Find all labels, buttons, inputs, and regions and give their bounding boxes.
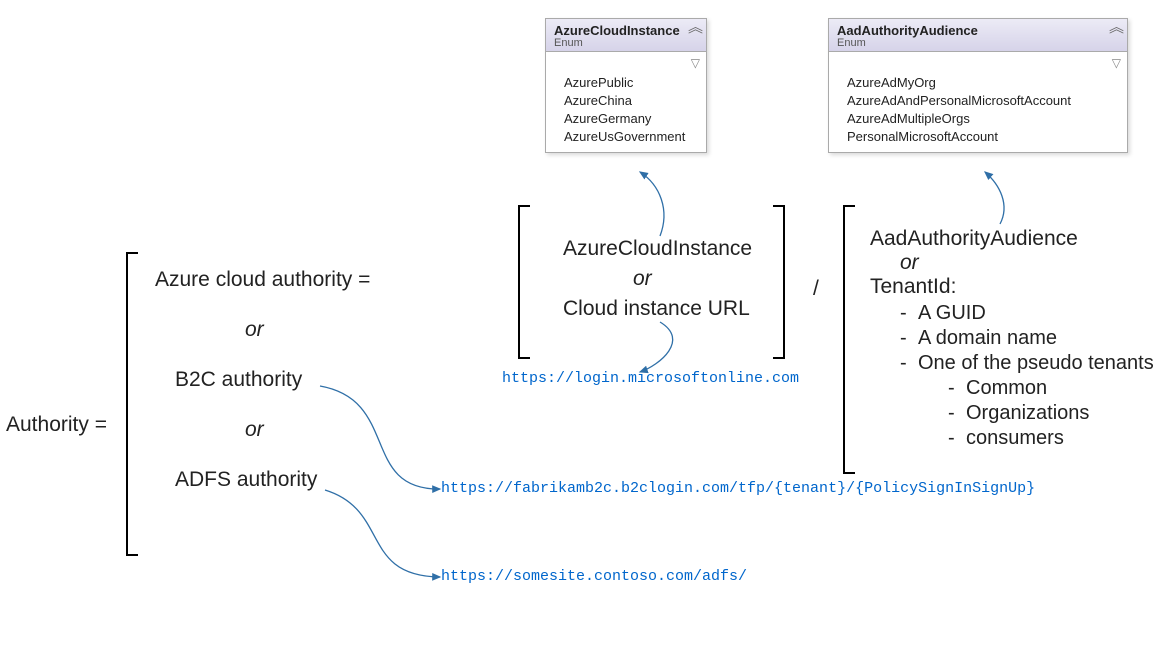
bracket-main-left bbox=[126, 252, 138, 556]
bracket-right-left bbox=[843, 205, 855, 474]
enum-item: PersonalMicrosoftAccount bbox=[847, 128, 1119, 146]
collapse-icon[interactable]: ︽ bbox=[1109, 23, 1121, 35]
bracket-center-left bbox=[518, 205, 530, 359]
right-text-block: AadAuthorityAudience or TenantId: A GUID… bbox=[870, 227, 1154, 451]
slash: / bbox=[813, 277, 819, 301]
enum-item: AzureAdAndPersonalMicrosoftAccount bbox=[847, 92, 1119, 110]
center-line1: AzureCloudInstance bbox=[563, 237, 752, 261]
tenant-item: A domain name bbox=[900, 326, 1154, 351]
url-b2c[interactable]: https://fabrikamb2c.b2clogin.com/tfp/{te… bbox=[441, 480, 1035, 497]
choice-adfs: ADFS authority bbox=[175, 468, 317, 492]
card-aad-authority-audience: AadAuthorityAudience Enum ︽ ▽ AzureAdMyO… bbox=[828, 18, 1128, 153]
pseudo-tenant-item: consumers bbox=[948, 426, 1154, 451]
enum-item: AzureUsGovernment bbox=[564, 128, 698, 146]
card1-title: AzureCloudInstance bbox=[554, 23, 700, 38]
center-or: or bbox=[633, 267, 652, 291]
enum-item: AzureChina bbox=[564, 92, 698, 110]
pseudo-tenant-item: Common bbox=[948, 376, 1154, 401]
authority-label: Authority = bbox=[6, 413, 107, 437]
right-line1: AadAuthorityAudience bbox=[870, 227, 1154, 251]
card2-title: AadAuthorityAudience bbox=[837, 23, 1121, 38]
choice-or2: or bbox=[245, 418, 264, 442]
enum-item: AzureGermany bbox=[564, 110, 698, 128]
card-azure-cloud-instance: AzureCloudInstance Enum ︽ ▽ AzurePublic … bbox=[545, 18, 707, 153]
url-login[interactable]: https://login.microsoftonline.com bbox=[502, 370, 799, 387]
choice-b2c: B2C authority bbox=[175, 368, 302, 392]
choice-azure-cloud: Azure cloud authority = bbox=[155, 268, 370, 292]
choice-or1: or bbox=[245, 318, 264, 342]
tenant-item: A GUID bbox=[900, 301, 1154, 326]
tenant-list: A GUID A domain name One of the pseudo t… bbox=[870, 301, 1154, 451]
enum-item: AzureAdMyOrg bbox=[847, 74, 1119, 92]
tenant-item: One of the pseudo tenants Common Organiz… bbox=[900, 351, 1154, 451]
center-line2: Cloud instance URL bbox=[563, 297, 750, 321]
bracket-center-right bbox=[773, 205, 785, 359]
enum-item: AzurePublic bbox=[564, 74, 698, 92]
right-or: or bbox=[900, 251, 1154, 275]
filter-icon[interactable]: ▽ bbox=[691, 56, 700, 70]
filter-icon[interactable]: ▽ bbox=[1112, 56, 1121, 70]
pseudo-tenant-item: Organizations bbox=[948, 401, 1154, 426]
card2-subtitle: Enum bbox=[837, 37, 1121, 49]
right-line2: TenantId: bbox=[870, 275, 1154, 299]
url-adfs[interactable]: https://somesite.contoso.com/adfs/ bbox=[441, 568, 747, 585]
enum-item: AzureAdMultipleOrgs bbox=[847, 110, 1119, 128]
collapse-icon[interactable]: ︽ bbox=[688, 23, 700, 35]
card1-subtitle: Enum bbox=[554, 37, 700, 49]
